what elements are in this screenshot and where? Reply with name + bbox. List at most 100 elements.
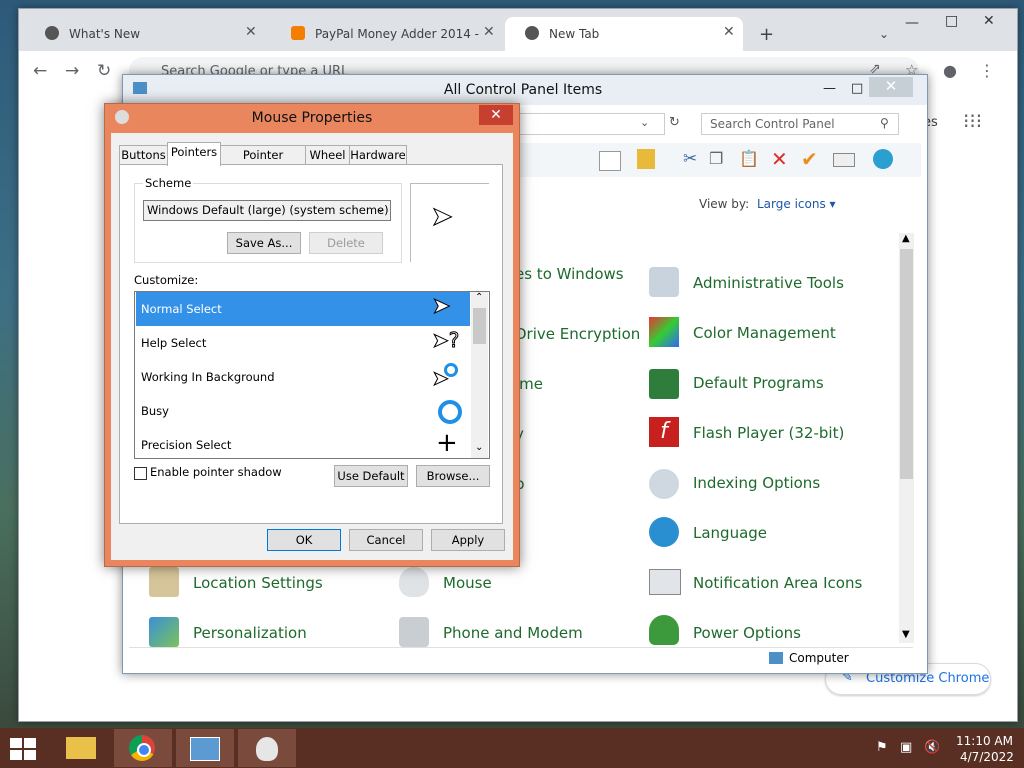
browse-button[interactable]: Browse... bbox=[416, 465, 490, 487]
globe-icon[interactable] bbox=[873, 149, 893, 169]
cp-item-phone-and-modem[interactable]: Phone and Modem bbox=[443, 624, 583, 642]
tab-paypal[interactable]: PayPal Money Adder 2014 - Onl ✕ bbox=[271, 17, 501, 51]
file-explorer-button[interactable] bbox=[52, 729, 110, 767]
windows-start-icon[interactable] bbox=[10, 738, 38, 760]
cut-icon[interactable]: ✂ bbox=[683, 149, 697, 169]
dialog-title: Mouse Properties bbox=[251, 110, 373, 126]
close-icon[interactable]: ✕ bbox=[869, 77, 913, 97]
cp-item-location-settings[interactable]: Location Settings bbox=[193, 574, 323, 592]
close-icon[interactable]: ✕ bbox=[245, 24, 257, 40]
control-panel-icon bbox=[190, 737, 220, 761]
list-item[interactable]: Precision Select + bbox=[136, 428, 470, 458]
apps-grid-icon[interactable]: ⁝⁝⁝ bbox=[963, 109, 982, 133]
indexing-options-icon bbox=[649, 469, 679, 499]
reload-icon[interactable]: ↻ bbox=[97, 61, 111, 81]
cp-item-mouse[interactable]: Mouse bbox=[443, 574, 492, 592]
close-icon[interactable]: ✕ bbox=[723, 24, 735, 40]
clock-date[interactable]: 4/7/2022 bbox=[960, 750, 1014, 764]
address-bar[interactable]: ⌄ bbox=[513, 113, 665, 135]
close-icon[interactable]: ✕ bbox=[483, 24, 495, 40]
apply-button[interactable]: Apply bbox=[431, 529, 505, 551]
flag-icon[interactable]: ⚑ bbox=[876, 740, 888, 755]
mouse-icon bbox=[399, 567, 429, 597]
scroll-down-icon[interactable]: ⌄ bbox=[475, 442, 483, 453]
maximize-icon[interactable]: □ bbox=[945, 13, 958, 29]
cp-item-notification-area-icons[interactable]: Notification Area Icons bbox=[693, 574, 862, 592]
scheme-dropdown[interactable]: Windows Default (large) (system scheme) … bbox=[143, 200, 391, 221]
properties-icon[interactable] bbox=[833, 153, 855, 167]
cp-item-partial[interactable]: es to Windows bbox=[515, 265, 624, 283]
pointer-shadow-checkbox[interactable] bbox=[134, 467, 147, 480]
tab-hardware[interactable]: Hardware bbox=[349, 145, 407, 165]
paste-icon[interactable]: 📋 bbox=[739, 149, 759, 168]
scrollbar[interactable]: ⌃ ⌄ bbox=[471, 292, 488, 458]
back-icon[interactable]: ← bbox=[33, 61, 47, 81]
new-tab-button[interactable]: + bbox=[759, 24, 774, 45]
cp-item-power-options[interactable]: Power Options bbox=[693, 624, 801, 642]
network-icon[interactable]: ▣ bbox=[900, 740, 912, 755]
scrollbar[interactable]: ▲ ▼ bbox=[899, 233, 914, 643]
tab-new-tab[interactable]: New Tab ✕ bbox=[505, 17, 743, 51]
view-by-value: Large icons bbox=[757, 197, 826, 211]
menu-icon[interactable]: ⋮ bbox=[979, 61, 995, 80]
folder-icon[interactable] bbox=[637, 149, 655, 169]
flash-player-icon: f bbox=[649, 417, 679, 447]
pointer-label: Precision Select bbox=[141, 438, 232, 452]
mouse-properties-button[interactable] bbox=[238, 729, 296, 767]
profile-icon[interactable]: ● bbox=[943, 61, 957, 80]
cp-item-administrative-tools[interactable]: Administrative Tools bbox=[693, 274, 844, 292]
delete-icon[interactable]: ✕ bbox=[771, 147, 788, 171]
cp-item-indexing-options[interactable]: Indexing Options bbox=[693, 474, 820, 492]
list-item[interactable]: Normal Select ➤ bbox=[136, 292, 470, 326]
cp-item-color-management[interactable]: Color Management bbox=[693, 324, 836, 342]
color-management-icon bbox=[649, 317, 679, 347]
minimize-icon[interactable]: — bbox=[823, 81, 836, 96]
list-item[interactable]: Working In Background ➤ bbox=[136, 360, 470, 394]
tab-search-icon[interactable]: ⌄ bbox=[879, 27, 889, 41]
scroll-thumb[interactable] bbox=[473, 308, 486, 344]
chevron-down-icon[interactable]: ⌄ bbox=[640, 116, 649, 129]
close-window-icon[interactable]: ✕ bbox=[983, 13, 995, 29]
cancel-button[interactable]: Cancel bbox=[349, 529, 423, 551]
view-by-dropdown[interactable]: Large icons ▾ bbox=[757, 197, 836, 211]
scroll-down-icon[interactable]: ▼ bbox=[902, 629, 910, 640]
cp-item-partial[interactable]: Drive Encryption bbox=[515, 325, 640, 343]
tab-pointer-options[interactable]: Pointer Options bbox=[220, 145, 306, 181]
save-as-button[interactable]: Save As... bbox=[227, 232, 301, 254]
minimize-icon[interactable]: — bbox=[905, 15, 919, 31]
tab-wheel[interactable]: Wheel bbox=[305, 145, 350, 165]
ok-button[interactable]: OK bbox=[267, 529, 341, 551]
checkmark-icon[interactable]: ✔ bbox=[801, 147, 818, 171]
scroll-thumb[interactable] bbox=[900, 249, 913, 479]
list-item[interactable]: Help Select ➤? bbox=[136, 326, 470, 360]
copy-icon[interactable]: ❐ bbox=[709, 149, 723, 168]
delete-button[interactable]: Delete bbox=[309, 232, 383, 254]
tab-pointers[interactable]: Pointers bbox=[167, 142, 221, 166]
pointer-list[interactable]: Normal Select ➤ Help Select ➤? Working I… bbox=[134, 291, 490, 459]
refresh-icon[interactable]: ↻ bbox=[669, 115, 680, 130]
cp-item-language[interactable]: Language bbox=[693, 524, 767, 542]
cp-item-flash-player[interactable]: Flash Player (32-bit) bbox=[693, 424, 844, 442]
layout-icon[interactable] bbox=[599, 151, 621, 171]
forward-icon[interactable]: → bbox=[65, 61, 79, 81]
use-default-button[interactable]: Use Default bbox=[334, 465, 408, 487]
cp-item-default-programs[interactable]: Default Programs bbox=[693, 374, 824, 392]
tab-label: PayPal Money Adder 2014 - Onl bbox=[315, 27, 479, 41]
control-panel-button[interactable] bbox=[176, 729, 234, 767]
list-item[interactable]: Busy bbox=[136, 394, 470, 428]
search-input[interactable]: Search Control Panel ⚲ bbox=[701, 113, 899, 135]
pointer-shadow-label: Enable pointer shadow bbox=[150, 465, 282, 479]
close-icon[interactable]: ✕ bbox=[479, 105, 513, 125]
computer-icon bbox=[769, 652, 783, 664]
scroll-up-icon[interactable]: ▲ bbox=[902, 233, 910, 244]
cp-item-personalization[interactable]: Personalization bbox=[193, 624, 307, 642]
tab-buttons[interactable]: Buttons bbox=[119, 145, 168, 165]
chrome-button[interactable] bbox=[114, 729, 172, 767]
scroll-up-icon[interactable]: ⌃ bbox=[475, 292, 483, 303]
tab-whats-new[interactable]: What's New ✕ bbox=[25, 17, 267, 51]
volume-muted-icon[interactable]: 🔇 bbox=[924, 740, 940, 755]
notification-area-icon bbox=[649, 569, 681, 595]
search-icon[interactable]: ⚲ bbox=[880, 116, 889, 130]
maximize-icon[interactable]: □ bbox=[851, 81, 863, 96]
clock-time[interactable]: 11:10 AM bbox=[956, 734, 1013, 748]
